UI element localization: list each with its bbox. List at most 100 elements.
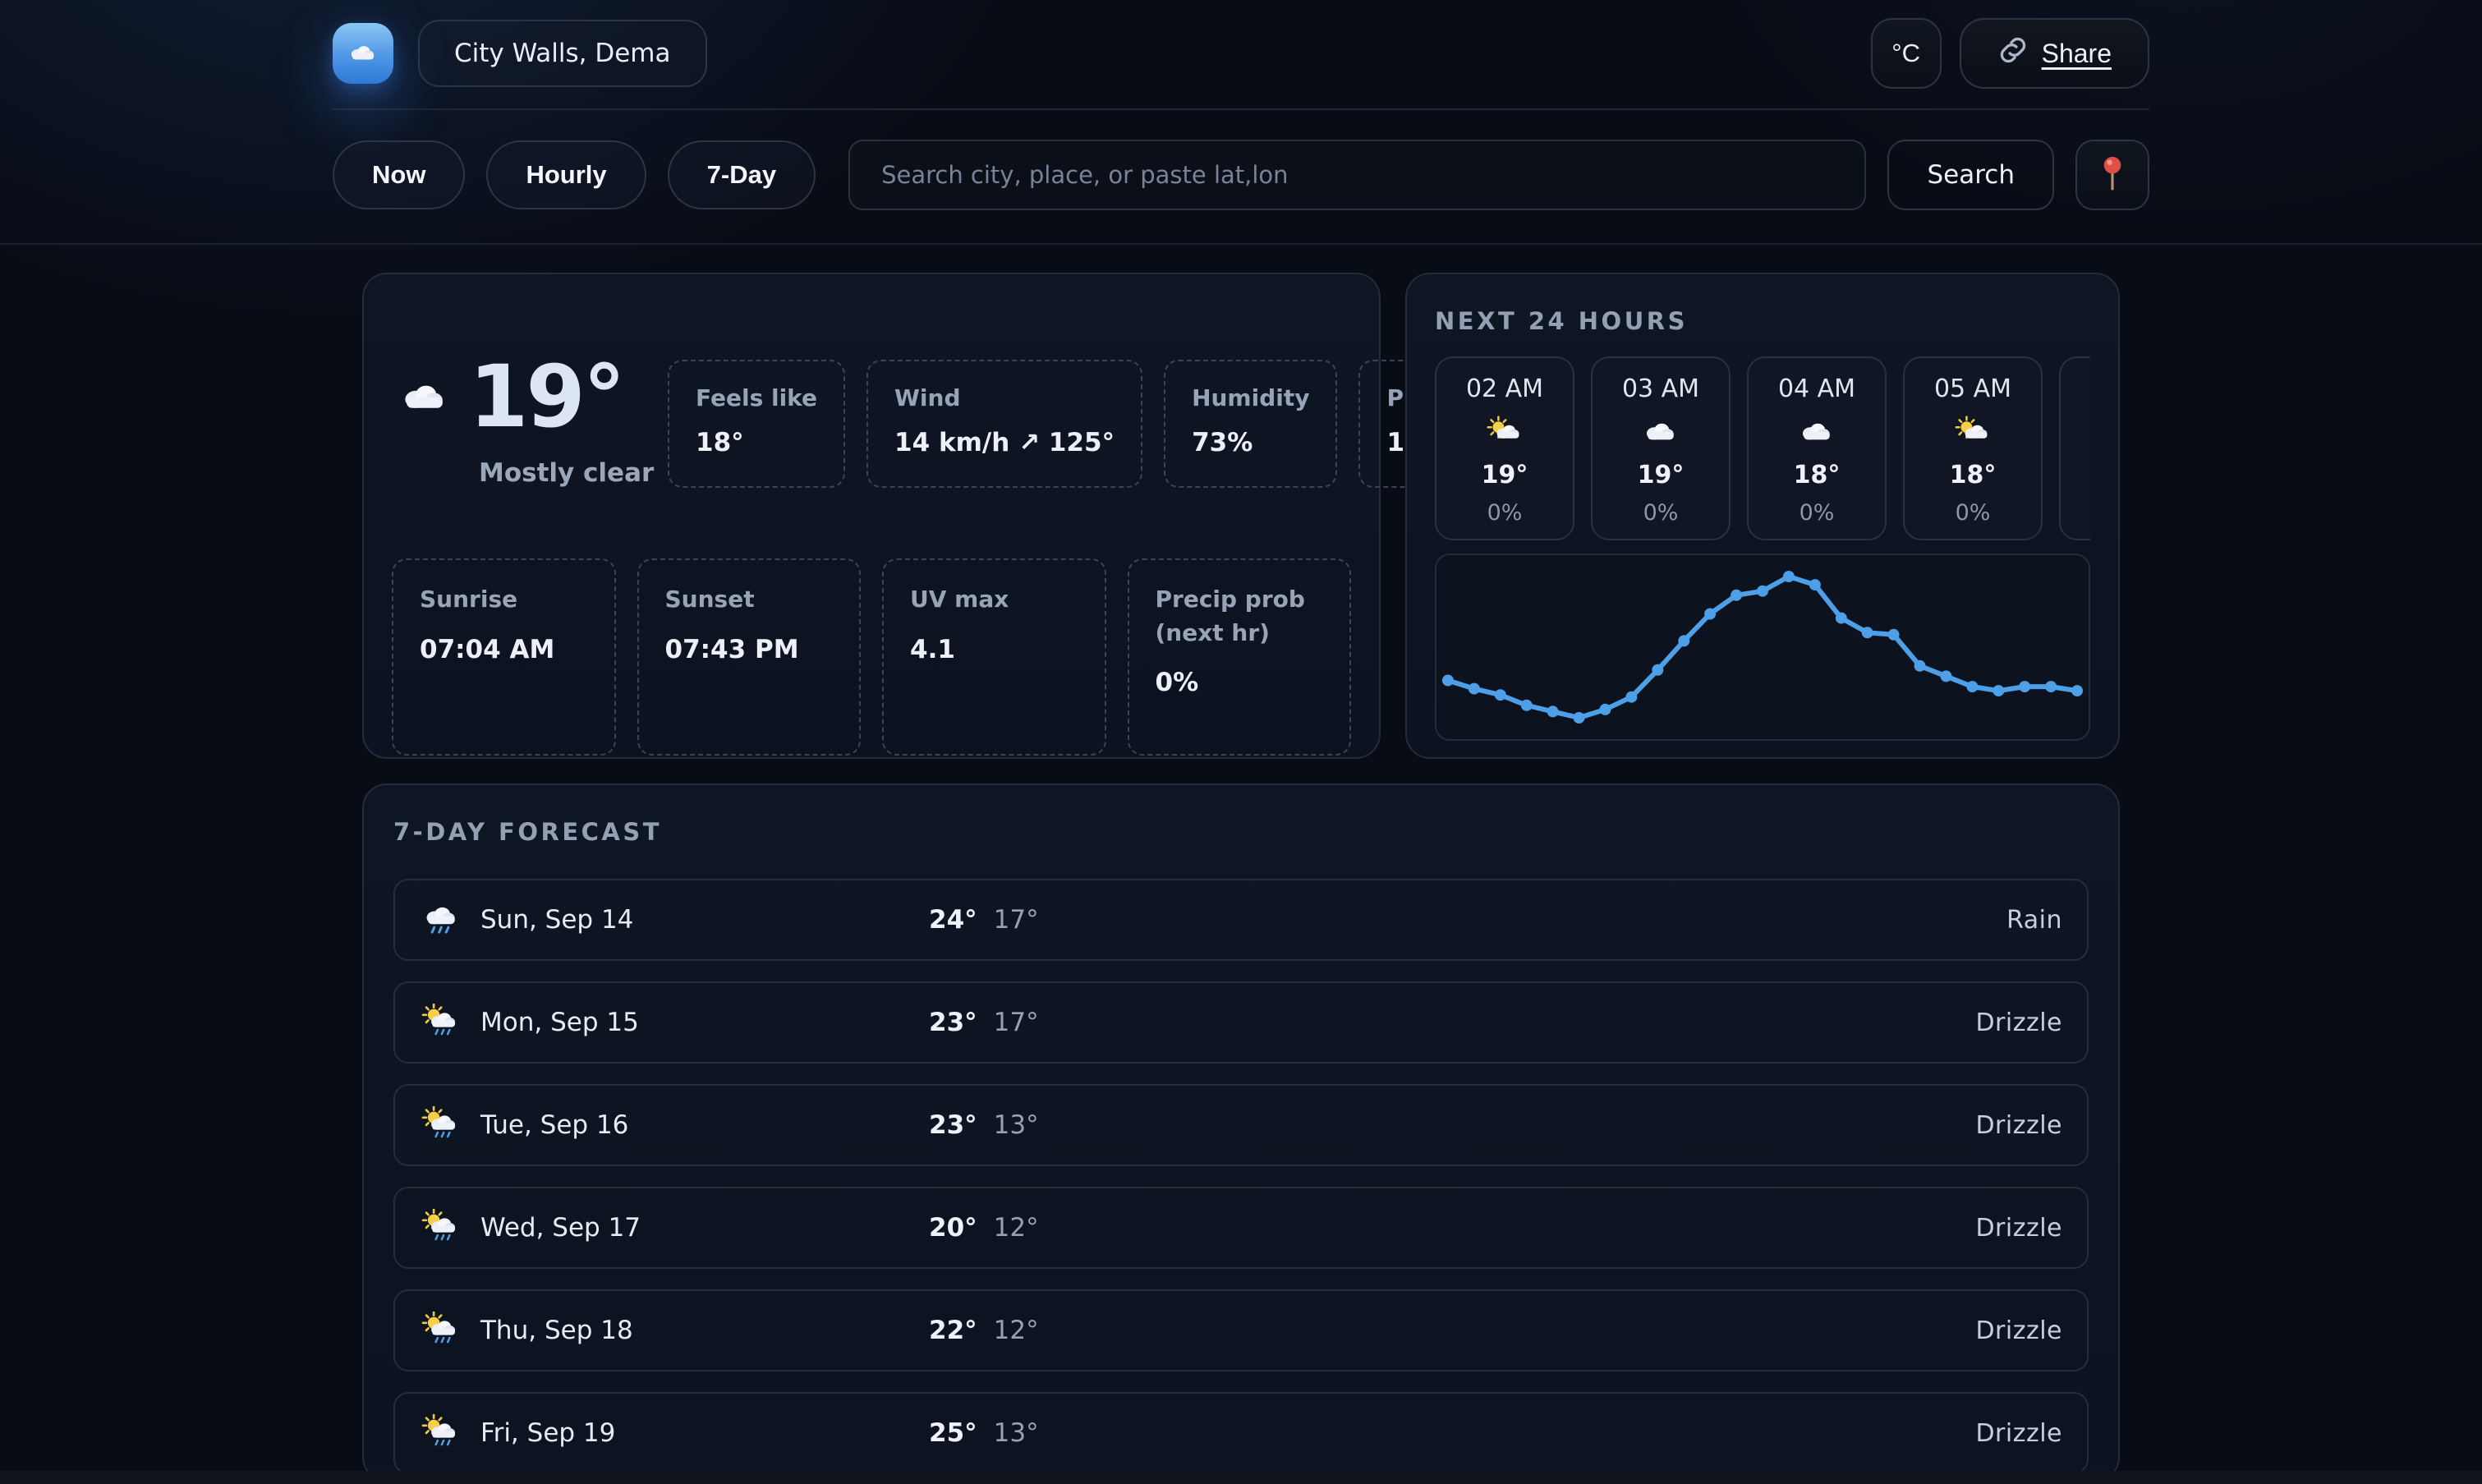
location-label: City Walls, Dema	[454, 39, 671, 68]
hour-card: 04 AM 18° 0%	[1747, 356, 1887, 540]
header-actions: °C Share	[1871, 18, 2149, 89]
next-24-hours-card: NEXT 24 HOURS 02 AM 19° 0% 03 AM 19° 0% …	[1405, 273, 2120, 759]
forecast-high: 23°	[929, 1008, 977, 1037]
forecast-high: 23°	[929, 1110, 977, 1140]
sparkline-svg	[1436, 555, 2089, 739]
hour-precip: 0%	[1799, 500, 1835, 526]
detail-box: Sunrise 07:04 AM	[392, 558, 616, 756]
share-button[interactable]: Share	[1960, 18, 2149, 89]
hour-time: 04 AM	[1778, 374, 1855, 403]
detail-value: 4.1	[910, 635, 1078, 664]
main-content: 19° Mostly clear Feels like 18° Wind 14 …	[362, 273, 2120, 1482]
detail-value: 0%	[1156, 668, 1324, 697]
link-icon	[1997, 34, 2029, 72]
detail-box: Sunset 07:43 PM	[637, 558, 862, 756]
forecast-condition: Drizzle	[1118, 1214, 2062, 1243]
weather-icon	[1485, 414, 1524, 450]
toolbar: Now Hourly 7-Day Search	[333, 110, 2149, 243]
forecast-title: 7-DAY FORECAST	[393, 818, 2089, 846]
tab-label: 7-Day	[707, 160, 776, 190]
tab-label: Now	[372, 160, 425, 190]
forecast-high: 20°	[929, 1213, 977, 1243]
stat-box: Wind 14 km/h ↗ 125°	[866, 360, 1142, 488]
forecast-low: 17°	[994, 1008, 1039, 1037]
stat-box: Feels like 18°	[668, 360, 845, 488]
cloud-icon	[347, 34, 379, 72]
header: City Walls, Dema °C Share	[333, 0, 2149, 110]
weather-icon	[420, 1106, 461, 1144]
detail-value: 07:04 AM	[420, 635, 588, 664]
hour-card: 03 AM 19° 0%	[1591, 356, 1731, 540]
current-conditions-card: 19° Mostly clear Feels like 18° Wind 14 …	[362, 273, 1381, 759]
forecast-date: Mon, Sep 15	[480, 1008, 639, 1037]
locate-pin-button[interactable]	[2075, 140, 2149, 210]
forecast-condition: Rain	[1118, 906, 2062, 935]
cloud-icon	[392, 378, 457, 416]
forecast-low: 13°	[994, 1418, 1039, 1448]
hour-time: 05 AM	[1934, 374, 2011, 403]
hour-card: 05 AM 18° 0%	[1903, 356, 2043, 540]
forecast-high: 22°	[929, 1316, 977, 1345]
view-tabs: Now Hourly 7-Day	[333, 140, 816, 209]
location-chip[interactable]: City Walls, Dema	[418, 20, 707, 87]
hour-temp: 19°	[1638, 461, 1685, 489]
forecast-row: Sun, Sep 14 24° 17° Rain	[393, 879, 2089, 961]
toolbar-divider	[0, 243, 2482, 245]
forecast-high: 25°	[929, 1418, 977, 1448]
hour-time: 03 AM	[1622, 374, 1699, 403]
stat-value: 14 km/h ↗ 125°	[894, 428, 1115, 457]
stat-value: 73%	[1192, 428, 1309, 457]
forecast-row: Wed, Sep 17 20° 12° Drizzle	[393, 1187, 2089, 1269]
weather-icon	[1641, 414, 1680, 450]
unit-toggle-button[interactable]: °C	[1871, 18, 1942, 89]
hour-precip: 0%	[1643, 500, 1679, 526]
stat-label: Feels like	[696, 384, 817, 411]
stat-label: Humidity	[1192, 384, 1309, 411]
hour-card: 06 AM 18° 0%	[2059, 356, 2090, 540]
forecast-condition: Drizzle	[1118, 1008, 2062, 1037]
weather-icon	[420, 1414, 461, 1452]
hour-temp: 19°	[1482, 461, 1528, 489]
seven-day-forecast-card: 7-DAY FORECAST Sun, Sep 14 24° 17° Rain …	[362, 783, 2120, 1482]
forecast-row: Fri, Sep 19 25° 13° Drizzle	[393, 1392, 2089, 1474]
stat-label: Wind	[894, 384, 1115, 411]
detail-label: Sunset	[665, 583, 834, 617]
current-details: Sunrise 07:04 AM Sunset 07:43 PM UV max …	[392, 558, 1351, 756]
forecast-condition: Drizzle	[1118, 1111, 2062, 1140]
forecast-row: Mon, Sep 15 23° 17° Drizzle	[393, 981, 2089, 1064]
stat-box: Humidity 73%	[1164, 360, 1337, 488]
forecast-low: 13°	[994, 1110, 1039, 1140]
view-tab[interactable]: Hourly	[486, 140, 646, 209]
forecast-condition: Drizzle	[1118, 1316, 2062, 1345]
forecast-date: Wed, Sep 17	[480, 1213, 641, 1243]
forecast-row: Thu, Sep 18 22° 12° Drizzle	[393, 1289, 2089, 1371]
forecast-low: 12°	[994, 1213, 1039, 1243]
bottom-strip	[0, 1471, 2482, 1484]
search-input[interactable]	[848, 140, 1866, 210]
detail-label: Sunrise	[420, 583, 588, 617]
forecast-low: 17°	[994, 905, 1039, 935]
weather-icon	[1953, 414, 1992, 450]
hour-temp: 18°	[1950, 461, 1997, 489]
view-tab[interactable]: 7-Day	[668, 140, 816, 209]
hour-card: 02 AM 19° 0%	[1435, 356, 1574, 540]
forecast-row: Tue, Sep 16 23° 13° Drizzle	[393, 1084, 2089, 1166]
weather-icon	[420, 901, 461, 939]
tab-label: Hourly	[526, 160, 606, 190]
temperature-sparkline-chart	[1435, 554, 2090, 741]
weather-icon	[420, 1312, 461, 1349]
detail-box: UV max 4.1	[882, 558, 1106, 756]
weather-icon	[420, 1209, 461, 1247]
current-hero: 19° Mostly clear	[392, 347, 668, 488]
view-tab[interactable]: Now	[333, 140, 465, 209]
forecast-date: Thu, Sep 18	[480, 1316, 633, 1345]
search-button[interactable]: Search	[1887, 140, 2054, 210]
hourly-strip[interactable]: 02 AM 19° 0% 03 AM 19° 0% 04 AM 18° 0% 0…	[1435, 356, 2090, 540]
forecast-rows: Sun, Sep 14 24° 17° Rain Mon, Sep 15 23°…	[393, 879, 2089, 1474]
app-logo	[333, 23, 393, 84]
pushpin-icon	[2100, 155, 2125, 195]
detail-value: 07:43 PM	[665, 635, 834, 664]
forecast-low: 12°	[994, 1316, 1039, 1345]
current-temp: 19°	[469, 347, 623, 447]
forecast-condition: Drizzle	[1118, 1419, 2062, 1448]
